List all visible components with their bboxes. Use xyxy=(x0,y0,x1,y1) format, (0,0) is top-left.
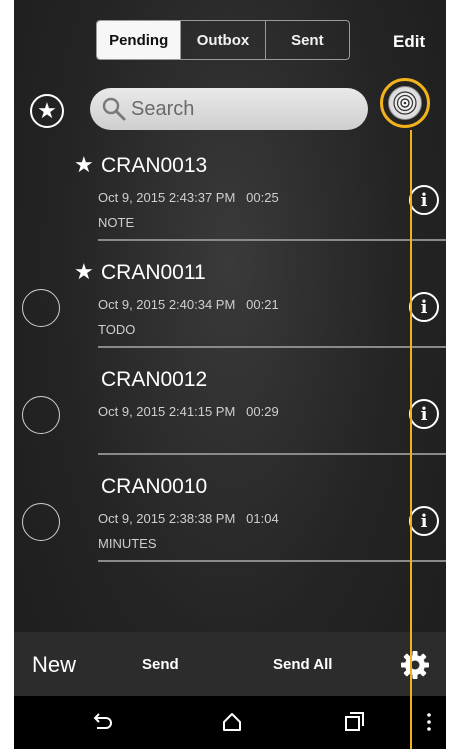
favorite-star-icon: ★ xyxy=(74,152,94,177)
home-icon[interactable] xyxy=(220,710,244,734)
top-bar: Pending Outbox Sent Edit xyxy=(14,0,446,86)
star-filter-button[interactable]: ★ xyxy=(30,94,64,128)
recording-meta: Oct 9, 2015 2:40:34 PM 00:21 xyxy=(98,297,279,312)
recording-meta: Oct 9, 2015 2:38:38 PM 01:04 xyxy=(98,511,279,526)
recording-duration: 00:29 xyxy=(246,404,279,419)
bottom-toolbar: New Send Send All xyxy=(14,632,446,696)
info-button[interactable]: i xyxy=(409,185,439,215)
system-nav-bar xyxy=(14,696,446,749)
info-button[interactable]: i xyxy=(409,292,439,322)
info-icon: i xyxy=(420,510,428,532)
recording-datetime: Oct 9, 2015 2:40:34 PM xyxy=(98,297,236,312)
divider xyxy=(98,560,446,562)
info-icon: i xyxy=(420,403,428,425)
recording-duration: 00:21 xyxy=(246,297,279,312)
search-bar[interactable] xyxy=(90,88,368,130)
select-checkbox[interactable] xyxy=(22,396,60,434)
list-item[interactable]: ★ CRAN0013 Oct 9, 2015 2:43:37 PM 00:25 … xyxy=(14,142,446,249)
gear-icon[interactable] xyxy=(400,650,430,680)
recording-category: NOTE xyxy=(98,215,135,230)
recording-category: MINUTES xyxy=(98,536,157,551)
new-button[interactable]: New xyxy=(32,652,76,678)
select-checkbox[interactable] xyxy=(22,289,60,327)
app-screen: Pending Outbox Sent Edit ★ ★ CRA xyxy=(14,0,446,749)
send-button[interactable]: Send xyxy=(142,656,179,673)
recents-icon[interactable] xyxy=(342,710,366,734)
recording-datetime: Oct 9, 2015 2:38:38 PM xyxy=(98,511,236,526)
tab-sent[interactable]: Sent xyxy=(264,21,349,59)
list-item[interactable]: CRAN0010 Oct 9, 2015 2:38:38 PM 01:04 MI… xyxy=(14,463,446,570)
recording-name: CRAN0010 xyxy=(101,475,208,498)
select-checkbox[interactable] xyxy=(22,503,60,541)
list-item[interactable]: ★ CRAN0011 Oct 9, 2015 2:40:34 PM 00:21 … xyxy=(14,249,446,356)
recording-name: CRAN0012 xyxy=(101,368,208,391)
info-icon: i xyxy=(420,189,428,211)
info-button[interactable]: i xyxy=(409,399,439,429)
list-item[interactable]: CRAN0012 Oct 9, 2015 2:41:15 PM 00:29 i xyxy=(14,356,446,463)
recording-meta: Oct 9, 2015 2:43:37 PM 00:25 xyxy=(98,190,279,205)
recording-datetime: Oct 9, 2015 2:41:15 PM xyxy=(98,404,236,419)
search-icon xyxy=(102,97,126,121)
tab-bar: Pending Outbox Sent xyxy=(96,20,350,60)
send-all-button[interactable]: Send All xyxy=(273,656,332,673)
dictate-icon xyxy=(393,91,417,115)
divider xyxy=(98,453,446,455)
recording-duration: 01:04 xyxy=(246,511,279,526)
recording-duration: 00:25 xyxy=(246,190,279,205)
tab-pending[interactable]: Pending xyxy=(97,21,181,59)
divider xyxy=(98,346,446,348)
recording-name: CRAN0013 xyxy=(101,154,208,177)
favorite-star-icon: ★ xyxy=(74,259,94,284)
search-input[interactable] xyxy=(131,97,351,121)
recording-category: TODO xyxy=(98,322,136,337)
recording-name: CRAN0011 xyxy=(101,261,206,284)
edit-button[interactable]: Edit xyxy=(393,32,425,52)
info-icon: i xyxy=(420,296,428,318)
recording-list: ★ CRAN0013 Oct 9, 2015 2:43:37 PM 00:25 … xyxy=(14,142,446,570)
callout-line xyxy=(410,130,412,749)
dictate-button[interactable] xyxy=(388,86,422,120)
overflow-menu-icon[interactable] xyxy=(422,710,436,734)
back-icon[interactable] xyxy=(90,710,114,734)
tab-outbox[interactable]: Outbox xyxy=(180,21,264,59)
info-button[interactable]: i xyxy=(409,506,439,536)
divider xyxy=(98,239,446,241)
recording-meta: Oct 9, 2015 2:41:15 PM 00:29 xyxy=(98,404,279,419)
recording-datetime: Oct 9, 2015 2:43:37 PM xyxy=(98,190,236,205)
star-icon: ★ xyxy=(37,98,57,123)
